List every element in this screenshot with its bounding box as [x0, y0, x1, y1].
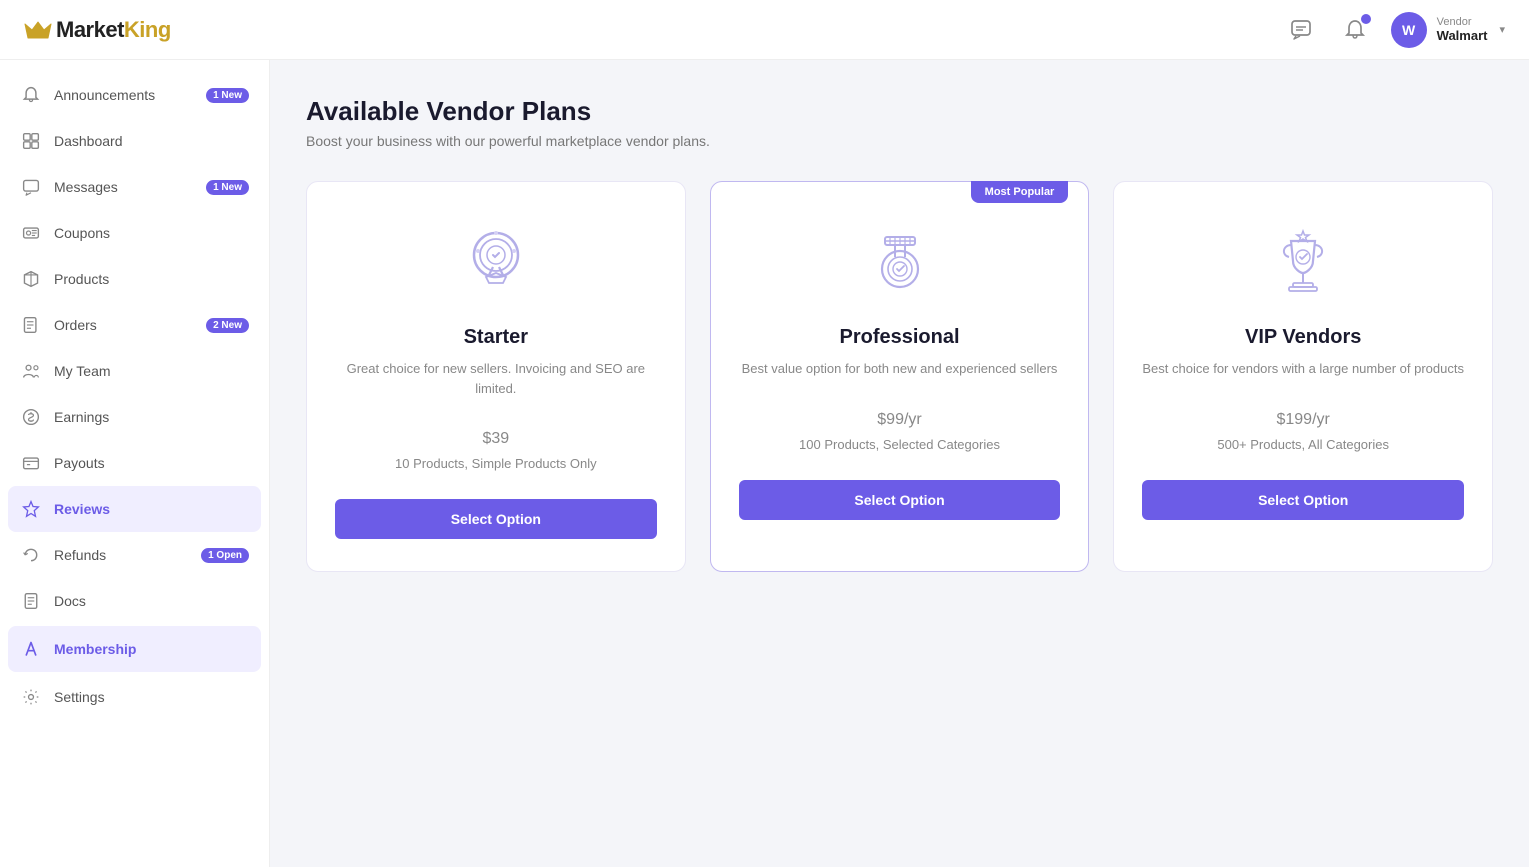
user-name: Walmart: [1437, 28, 1488, 43]
page-subtitle: Boost your business with our powerful ma…: [306, 133, 1493, 149]
select-option-vip[interactable]: Select Option: [1142, 480, 1464, 520]
bell-icon: [20, 84, 42, 106]
sidebar-item-my-team[interactable]: My Team: [0, 348, 269, 394]
plan-name-vip: VIP Vendors: [1245, 326, 1361, 349]
crown-icon: [24, 20, 52, 40]
sidebar-item-label: My Team: [54, 363, 249, 379]
team-icon: [20, 360, 42, 382]
sidebar-item-coupons[interactable]: Coupons: [0, 210, 269, 256]
most-popular-badge: Most Popular: [971, 181, 1069, 203]
sidebar-item-earnings[interactable]: Earnings: [0, 394, 269, 440]
main-content: Available Vendor Plans Boost your busine…: [270, 60, 1529, 867]
starter-icon: [451, 218, 541, 308]
refunds-icon: [20, 544, 42, 566]
sidebar-item-dashboard[interactable]: Dashboard: [0, 118, 269, 164]
notifications-badge: [1361, 14, 1371, 24]
sidebar-item-label: Announcements: [54, 87, 194, 103]
chat-icon-button[interactable]: [1283, 12, 1319, 48]
sidebar-item-label: Refunds: [54, 547, 189, 563]
page-title: Available Vendor Plans: [306, 96, 1493, 127]
user-menu[interactable]: W Vendor Walmart ▾: [1391, 12, 1505, 48]
sidebar-item-label: Settings: [54, 689, 249, 705]
sidebar: Announcements 1 New Dashboard Messages 1…: [0, 60, 270, 867]
payouts-icon: [20, 452, 42, 474]
plan-products-professional: 100 Products, Selected Categories: [799, 437, 1000, 452]
sidebar-item-label: Earnings: [54, 409, 249, 425]
plan-card-starter: Starter Great choice for new sellers. In…: [306, 181, 686, 572]
chat-icon: [1290, 19, 1312, 41]
sidebar-item-docs[interactable]: Docs: [0, 578, 269, 624]
products-icon: [20, 268, 42, 290]
plan-products-starter: 10 Products, Simple Products Only: [395, 456, 597, 471]
plan-card-professional: Most Popular: [710, 181, 1090, 572]
plan-desc-starter: Great choice for new sellers. Invoicing …: [335, 359, 657, 398]
sidebar-item-label: Coupons: [54, 225, 249, 241]
earnings-icon: [20, 406, 42, 428]
vip-icon: [1258, 218, 1348, 308]
messages-badge: 1 New: [206, 180, 249, 195]
sidebar-item-payouts[interactable]: Payouts: [0, 440, 269, 486]
sidebar-item-settings[interactable]: Settings: [0, 674, 269, 720]
announcements-badge: 1 New: [206, 88, 249, 103]
logo[interactable]: MarketKing: [24, 17, 171, 43]
sidebar-item-orders[interactable]: Orders 2 New: [0, 302, 269, 348]
avatar: W: [1391, 12, 1427, 48]
plan-price-professional: $99/yr: [877, 399, 921, 431]
reviews-icon: [20, 498, 42, 520]
membership-icon: [20, 638, 42, 660]
plan-desc-professional: Best value option for both new and exper…: [742, 359, 1058, 379]
message-icon: [20, 176, 42, 198]
logo-market: Market: [56, 17, 124, 43]
docs-icon: [20, 590, 42, 612]
app-body: Announcements 1 New Dashboard Messages 1…: [0, 60, 1529, 867]
plan-name-professional: Professional: [839, 326, 959, 349]
coupon-icon: [20, 222, 42, 244]
sidebar-item-label: Payouts: [54, 455, 249, 471]
user-text: Vendor Walmart: [1437, 16, 1488, 43]
settings-icon: [20, 686, 42, 708]
plan-desc-vip: Best choice for vendors with a large num…: [1142, 359, 1464, 379]
sidebar-item-label: Dashboard: [54, 133, 249, 149]
sidebar-item-announcements[interactable]: Announcements 1 New: [0, 72, 269, 118]
dashboard-icon: [20, 130, 42, 152]
plan-price-starter: $39: [482, 418, 509, 450]
sidebar-item-label: Docs: [54, 593, 249, 609]
chevron-down-icon: ▾: [1499, 23, 1505, 36]
plan-name-starter: Starter: [464, 326, 528, 349]
user-role: Vendor: [1437, 16, 1488, 28]
notifications-icon-button[interactable]: [1337, 12, 1373, 48]
sidebar-item-products[interactable]: Products: [0, 256, 269, 302]
sidebar-item-label: Membership: [54, 641, 249, 657]
plan-products-vip: 500+ Products, All Categories: [1217, 437, 1389, 452]
sidebar-item-label: Reviews: [54, 501, 249, 517]
header-actions: W Vendor Walmart ▾: [1283, 12, 1505, 48]
orders-icon: [20, 314, 42, 336]
sidebar-item-membership[interactable]: Membership: [8, 626, 261, 672]
sidebar-item-messages[interactable]: Messages 1 New: [0, 164, 269, 210]
sidebar-item-reviews[interactable]: Reviews: [8, 486, 261, 532]
orders-badge: 2 New: [206, 318, 249, 333]
plan-price-vip: $199/yr: [1276, 399, 1329, 431]
plan-card-vip: VIP Vendors Best choice for vendors with…: [1113, 181, 1493, 572]
logo-king: King: [124, 17, 171, 43]
sidebar-item-label: Orders: [54, 317, 194, 333]
select-option-starter[interactable]: Select Option: [335, 499, 657, 539]
header: MarketKing W Vendor Walmart ▾: [0, 0, 1529, 60]
select-option-professional[interactable]: Select Option: [739, 480, 1061, 520]
refunds-badge: 1 Open: [201, 548, 249, 563]
sidebar-item-label: Products: [54, 271, 249, 287]
plans-grid: Starter Great choice for new sellers. In…: [306, 181, 1493, 572]
professional-icon: [855, 218, 945, 308]
sidebar-item-refunds[interactable]: Refunds 1 Open: [0, 532, 269, 578]
sidebar-item-label: Messages: [54, 179, 194, 195]
